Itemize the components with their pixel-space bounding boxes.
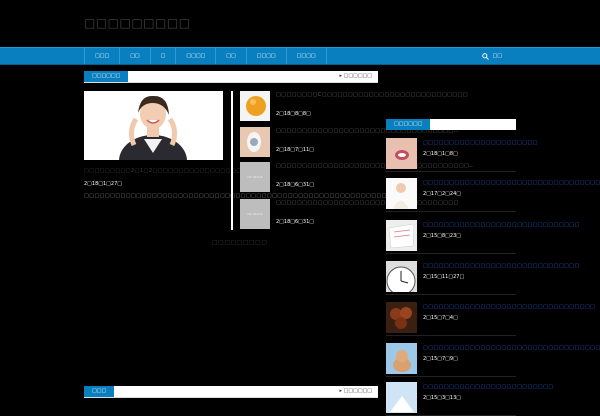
post-thumb-2[interactable]	[240, 127, 270, 157]
more-articles-link[interactable]: □□□□□□□□□	[212, 239, 268, 246]
featured-excerpt: □□□□□□□□□□□□□□□□□□□□□□□□□□□□□□□□□□□□□□□□…	[84, 193, 409, 199]
sidebar-title-3[interactable]: □□□□□□□□□□□□□□□□□□□□□□□□□□□□□□	[423, 222, 579, 229]
sidebar-tag: □□□□□□	[386, 119, 431, 130]
section-more-link[interactable]: ▸ □□□□□□	[340, 71, 372, 82]
post-date-1: 2□18□8□8□	[276, 111, 311, 117]
sidebar-date-1: 2□18□1□8□	[423, 151, 458, 157]
sidebar-item-5[interactable]: □□□□□□□□□□□□□□□□□□□□□□□□□□□□□□□□□ 2□15□7…	[386, 301, 595, 336]
sidebar-item-6[interactable]: □□□□□□□□□□□□□□□□□□□□□□□□□□□□□□□□□□ 2□15□…	[386, 342, 600, 377]
post-thumb-3[interactable]: NO IMAGE	[240, 162, 270, 192]
nav-item-5[interactable]: □□	[215, 48, 245, 64]
column-divider	[231, 91, 233, 230]
sidebar-thumb-4[interactable]	[386, 261, 417, 292]
post-date-3: 2□18□6□31□	[276, 182, 314, 188]
sidebar-item-7[interactable]: □□□□□□□□□□□□□□□□□□□□□□□□□ 2□15□3□13□	[386, 381, 553, 416]
post-thumb-1[interactable]	[240, 91, 270, 121]
featured-image[interactable]	[84, 91, 223, 160]
sidebar-title-2[interactable]: □□□□□□□□□□□□□□□□□□□□□□□□□□□□□□□□□□	[423, 180, 600, 187]
post-date-4: 2□18□6□31□	[276, 219, 314, 225]
sidebar-thumb-6[interactable]	[386, 343, 417, 374]
post-title-4[interactable]: □□□□□□□□□□□□□□□□□□□□□□□□□□□□□□□□□□□	[276, 199, 458, 207]
nav-item-7[interactable]: □□□□	[285, 48, 327, 64]
sidebar-date-4: 2□15□11□27□	[423, 274, 465, 280]
site-title[interactable]: □□□□□□□□□	[84, 16, 191, 30]
sidebar-item-2[interactable]: □□□□□□□□□□□□□□□□□□□□□□□□□□□□□□□□□□ 2□17□…	[386, 177, 600, 212]
nav-item-3[interactable]: □	[149, 48, 176, 64]
nav-item-2[interactable]: □□	[119, 48, 149, 64]
sidebar-date-7: 2□15□3□13□	[423, 395, 461, 401]
nav-item-4[interactable]: □□□□	[175, 48, 215, 64]
sidebar-thumb-2[interactable]	[386, 178, 417, 209]
search-button[interactable]: □□	[481, 48, 502, 64]
sidebar-title-7[interactable]: □□□□□□□□□□□□□□□□□□□□□□□□□	[423, 384, 553, 391]
sidebar-item-3[interactable]: □□□□□□□□□□□□□□□□□□□□□□□□□□□□□□ 2□15□8□23…	[386, 219, 579, 254]
sidebar-date-2: 2□17□2□24□	[423, 191, 461, 197]
sidebar-date-5: 2□15□7□4□	[423, 315, 458, 321]
post-title-3[interactable]: □□□□□□□□□□□□□□□□□□□□□□□□□□□□□□□□□□□□□…	[276, 162, 474, 170]
sidebar-header: □□□□□□	[386, 119, 516, 130]
sidebar-thumb-3[interactable]	[386, 220, 417, 251]
section-header: □□□□□□ ▸ □□□□□□	[84, 71, 378, 83]
sidebar-item-1[interactable]: □□□□□□□□□□□□□□□□□□□□□□ 2□18□1□8□	[386, 137, 537, 172]
post-title-1[interactable]: □□□□□□□□C□□□□□□□□□□□□□□□□□□□□□□□□□□□□	[276, 91, 468, 99]
featured-date: 2□18□1□27□	[84, 181, 122, 187]
sidebar-title-5[interactable]: □□□□□□□□□□□□□□□□□□□□□□□□□□□□□□□□□	[423, 304, 595, 311]
sidebar-thumb-1[interactable]	[386, 138, 417, 169]
sidebar-title-6[interactable]: □□□□□□□□□□□□□□□□□□□□□□□□□□□□□□□□□□	[423, 345, 600, 352]
sidebar-thumb-7[interactable]	[386, 382, 417, 413]
bottom-section-tag: □□□	[84, 386, 115, 397]
bottom-section-more-link[interactable]: ▸ □□□□□□	[340, 386, 372, 397]
sidebar-item-4[interactable]: □□□□□□□□□□□□□□□□□□□□□□□□□□□□□□ 2□15□11□2…	[386, 260, 579, 295]
post-title-2[interactable]: □□□□□□□□□□□□□□□□□□□□□□□□□□□□□□□□□□…	[276, 127, 459, 135]
nav-item-1[interactable]: □□□	[84, 48, 119, 64]
section-tag: □□□□□□	[84, 71, 129, 82]
sidebar-title-4[interactable]: □□□□□□□□□□□□□□□□□□□□□□□□□□□□□□	[423, 263, 579, 270]
post-date-2: 2□18□7□11□	[276, 147, 314, 153]
sidebar-date-6: 2□15□7□9□	[423, 356, 458, 362]
post-thumb-4[interactable]: NO IMAGE	[240, 199, 270, 229]
search-label: □□	[492, 53, 502, 59]
search-icon	[481, 52, 489, 60]
sidebar-date-3: 2□15□8□23□	[423, 233, 461, 239]
featured-title[interactable]: □□□□□□□□□2□1□2□□□□□□□□□□□□□□□□□!!	[84, 168, 246, 174]
sidebar-thumb-5[interactable]	[386, 302, 417, 333]
bottom-section-header: □□□ ▸ □□□□□□	[84, 386, 378, 398]
nav-item-6[interactable]: □□□□	[245, 48, 286, 64]
main-nav: □□□ □□ □ □□□□ □□ □□□□ □□□□ □□	[0, 47, 600, 65]
sidebar-title-1[interactable]: □□□□□□□□□□□□□□□□□□□□□□	[423, 140, 537, 147]
